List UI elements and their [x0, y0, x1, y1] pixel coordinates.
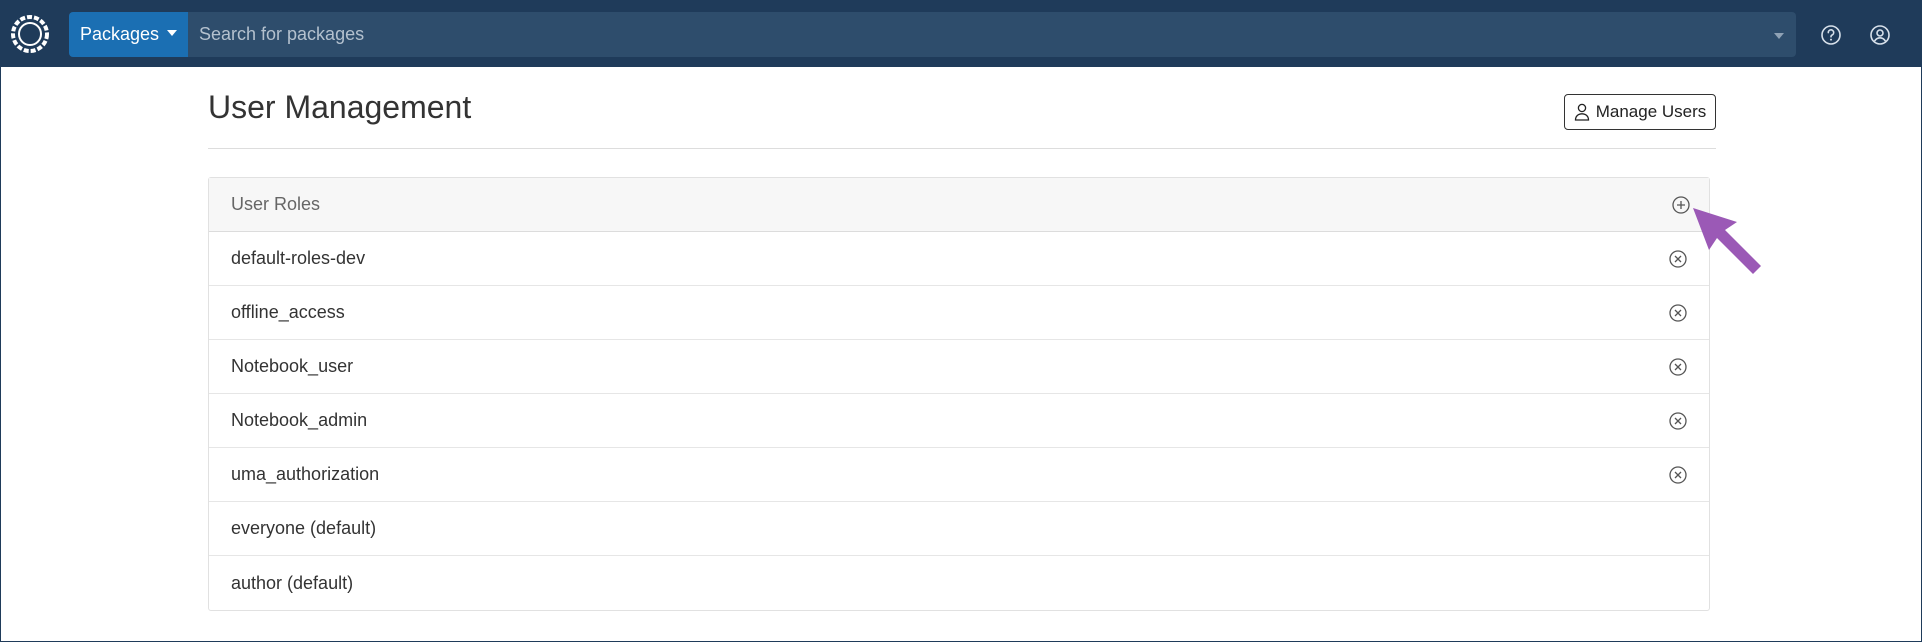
search-box[interactable] — [188, 12, 1796, 57]
role-name: Notebook_admin — [231, 410, 368, 430]
role-name: offline_access — [231, 302, 345, 322]
role-row: author (default) — [209, 556, 1709, 610]
role-row: uma_authorization — [209, 448, 1709, 502]
remove-role-icon[interactable] — [1668, 411, 1688, 431]
top-navbar: Packages — [1, 1, 1922, 67]
search-input[interactable] — [188, 13, 1761, 56]
role-row: Notebook_admin — [209, 394, 1709, 448]
packages-label: Packages — [79, 24, 160, 44]
role-name: author (default) — [231, 572, 354, 593]
remove-role-icon[interactable] — [1668, 303, 1688, 323]
role-row: offline_access — [209, 286, 1709, 340]
help-circle-icon[interactable] — [1820, 24, 1842, 46]
add-role-icon[interactable] — [1671, 195, 1691, 215]
role-name: uma_authorization — [231, 464, 380, 484]
role-row: Notebook_user — [209, 340, 1709, 394]
page-title: User Management — [208, 89, 472, 125]
remove-role-icon[interactable] — [1668, 357, 1688, 377]
caret-down-icon — [167, 29, 178, 36]
person-icon — [1574, 103, 1589, 121]
role-name: Notebook_user — [231, 356, 354, 376]
remove-role-icon[interactable] — [1668, 249, 1688, 269]
user-roles-header-label: User Roles — [231, 194, 321, 214]
anaconda-logo-icon[interactable] — [9, 13, 51, 55]
title-divider — [208, 148, 1716, 149]
user-account-icon[interactable] — [1869, 24, 1891, 46]
remove-role-icon[interactable] — [1668, 465, 1688, 485]
user-roles-header: User Roles — [209, 178, 1709, 232]
role-name: everyone (default) — [231, 518, 377, 538]
user-roles-list: default-roles-dev offline_access Notebook_… — [209, 232, 1709, 610]
packages-dropdown-button[interactable]: Packages — [69, 12, 188, 57]
manage-users-button[interactable]: Manage Users — [1564, 94, 1716, 130]
manage-users-label: Manage Users — [1595, 102, 1707, 121]
role-row: everyone (default) — [209, 502, 1709, 556]
role-row: default-roles-dev — [209, 232, 1709, 286]
annotation-arrow-icon — [1693, 208, 1761, 274]
role-name: default-roles-dev — [231, 248, 366, 268]
user-roles-panel: User Roles default-roles-dev offline_acce… — [208, 177, 1710, 611]
search-dropdown-caret-icon[interactable] — [1774, 33, 1784, 39]
